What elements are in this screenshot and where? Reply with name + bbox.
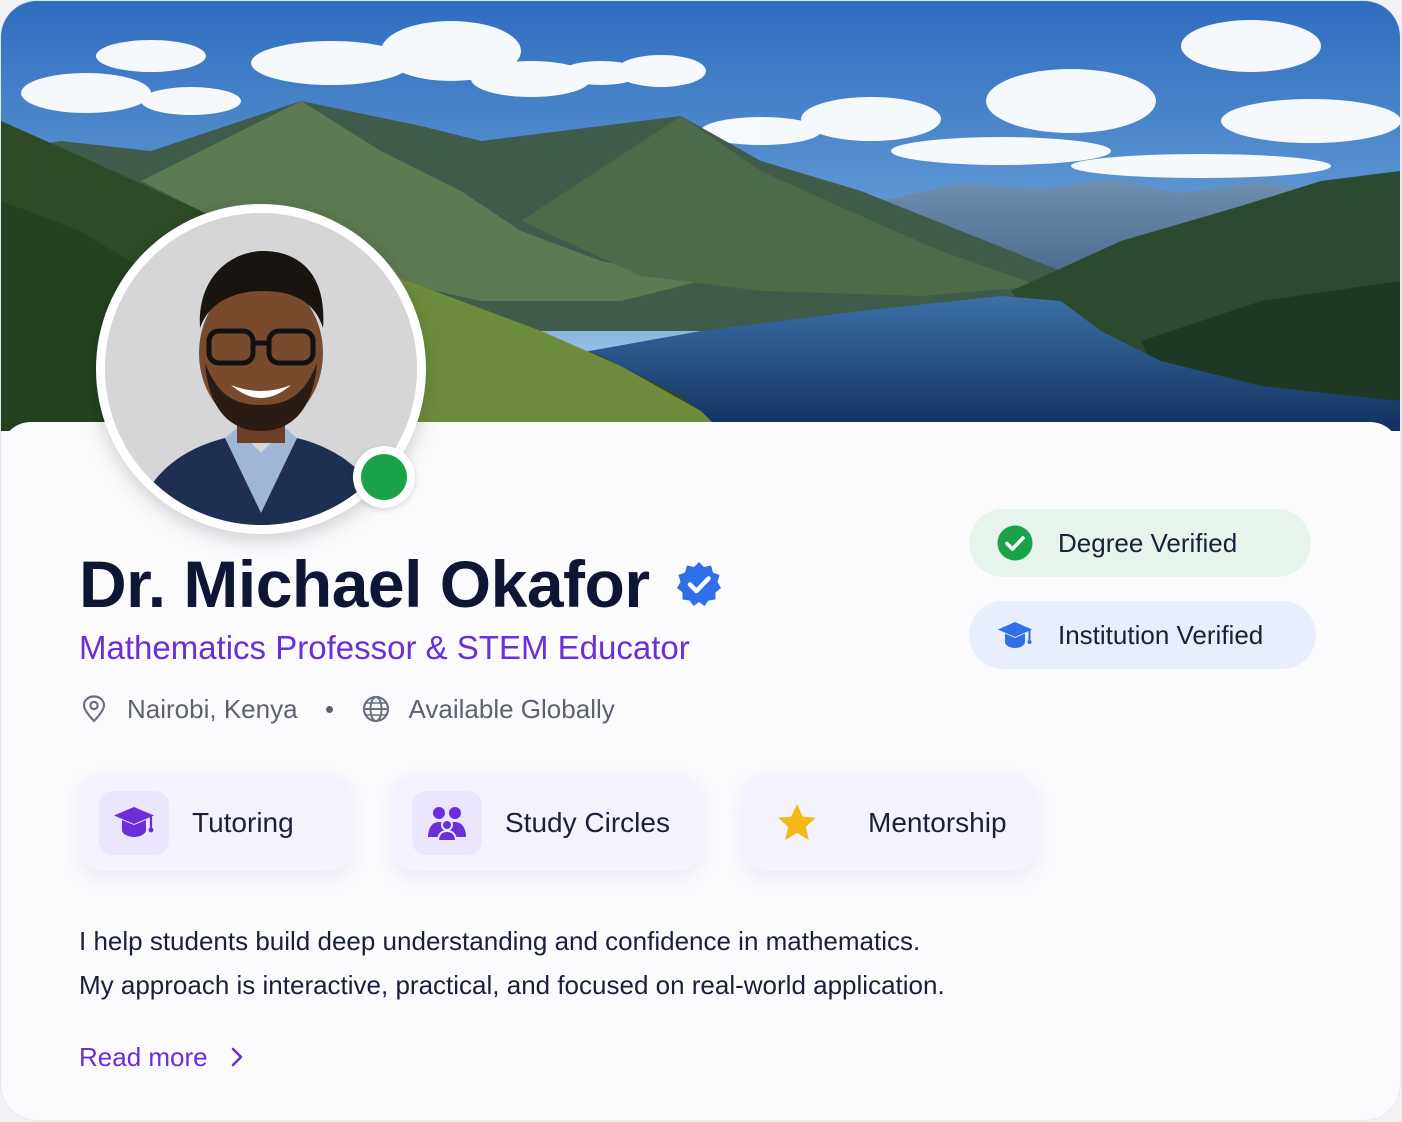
availability-text: Available Globally bbox=[408, 693, 615, 724]
verified-check-icon bbox=[676, 562, 721, 606]
graduation-cap-icon bbox=[114, 807, 154, 837]
online-status-indicator bbox=[353, 446, 415, 508]
profile-role: Mathematics Professor & STEM Educator bbox=[79, 629, 690, 666]
star-icon-box bbox=[762, 791, 832, 855]
group-icon bbox=[428, 807, 466, 842]
institution-verified-label: Institution Verified bbox=[1058, 619, 1264, 650]
chevron-right-icon bbox=[231, 1047, 242, 1067]
location-text: Nairobi, Kenya bbox=[127, 693, 298, 724]
degree-verified-badge: Degree Verified bbox=[969, 509, 1311, 577]
bio-line: My approach is interactive, practical, a… bbox=[79, 970, 945, 1000]
service-tile-study-circles[interactable]: Study Circles bbox=[392, 775, 702, 871]
service-label: Tutoring bbox=[192, 807, 294, 838]
service-label: Mentorship bbox=[868, 807, 1007, 838]
profile-card: Dr. Michael Okafor Mathematics Professor… bbox=[1, 1, 1400, 1120]
read-more-link[interactable]: Read more bbox=[79, 1038, 244, 1076]
read-more-label: Read more bbox=[79, 1041, 208, 1072]
location-row: Nairobi, Kenya Available Globally bbox=[79, 689, 615, 729]
name-row: Dr. Michael Okafor bbox=[79, 544, 722, 624]
degree-verified-label: Degree Verified bbox=[1058, 527, 1238, 558]
service-label: Study Circles bbox=[505, 807, 670, 838]
globe-icon bbox=[362, 695, 389, 723]
graduation-cap-icon-box bbox=[99, 791, 169, 855]
star-icon bbox=[778, 804, 816, 840]
graduation-cap-icon bbox=[998, 622, 1032, 648]
check-circle-icon bbox=[997, 525, 1033, 561]
group-icon-box bbox=[412, 791, 482, 855]
institution-verified-badge: Institution Verified bbox=[969, 601, 1316, 669]
separator-dot bbox=[325, 705, 333, 713]
service-tile-mentorship[interactable]: Mentorship bbox=[742, 775, 1037, 871]
bio-line: I help students build deep understanding… bbox=[79, 926, 921, 956]
bio-text: I help students build deep understanding… bbox=[79, 919, 945, 1007]
location-pin-icon bbox=[82, 695, 106, 723]
service-tile-tutoring[interactable]: Tutoring bbox=[79, 775, 352, 871]
profile-name: Dr. Michael Okafor bbox=[79, 547, 650, 621]
